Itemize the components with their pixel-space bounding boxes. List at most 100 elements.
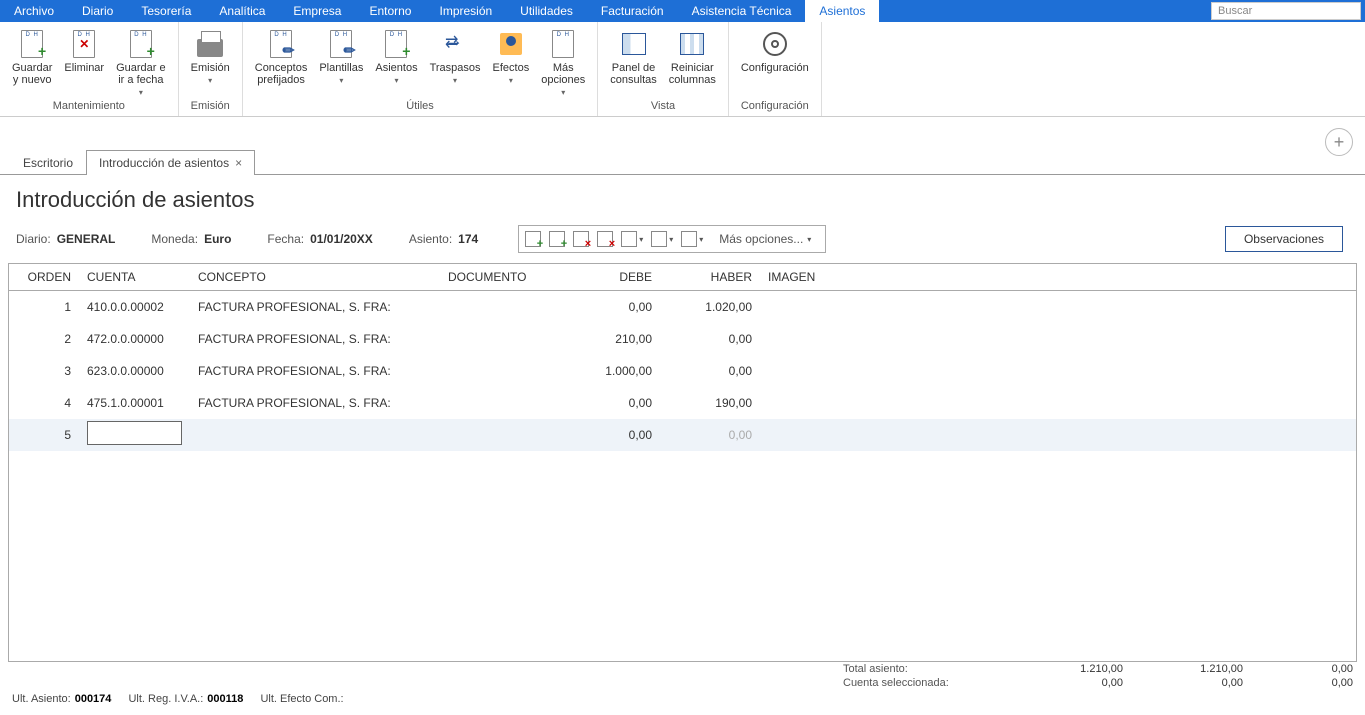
ribbon-label: Más opciones <box>541 62 585 86</box>
doc-dh-icon <box>547 28 579 60</box>
fecha-value: 01/01/20XX <box>310 232 373 246</box>
tab-introducci-n-de-asientos[interactable]: Introducción de asientos× <box>86 150 255 175</box>
ribbon-guardar-ir-fecha[interactable]: +Guardar e ir a fecha▾ <box>110 24 172 98</box>
add-tab-button[interactable]: + <box>1325 128 1353 156</box>
chevron-down-icon: ▾ <box>394 76 398 85</box>
menu-asientos[interactable]: Asientos <box>805 0 879 22</box>
ribbon-guardar-nuevo[interactable]: +Guardar y nuevo <box>6 24 58 98</box>
ribbon-group-label: Útiles <box>249 98 592 116</box>
table-row-editing[interactable]: 50,000,00 <box>9 419 1356 451</box>
col-orden[interactable]: ORDEN <box>9 264 79 291</box>
menu-empresa[interactable]: Empresa <box>279 0 355 22</box>
cuenta-dif: 0,00 <box>1243 677 1353 689</box>
menu-asistenciatcnica[interactable]: Asistencia Técnica <box>678 0 806 22</box>
tool-delete-icon[interactable] <box>573 231 589 247</box>
fecha-label: Fecha: <box>267 232 304 246</box>
menu-archivo[interactable]: Archivo <box>0 0 68 22</box>
diario-value: GENERAL <box>57 232 116 246</box>
menu-analtica[interactable]: Analítica <box>205 0 279 22</box>
ribbon-traspasos[interactable]: Traspasos▾ <box>424 24 487 98</box>
grid-header-row: ORDEN CUENTA CONCEPTO DOCUMENTO DEBE HAB… <box>9 264 1356 291</box>
cuenta-debe: 0,00 <box>1003 677 1123 689</box>
menu-entorno[interactable]: Entorno <box>355 0 425 22</box>
ribbon-configuracion[interactable]: Configuración <box>735 24 815 98</box>
moneda-value: Euro <box>204 232 231 246</box>
ribbon-label: Asientos <box>375 62 417 74</box>
tool-more-options[interactable]: Más opciones...▾ <box>711 232 819 246</box>
search-input[interactable]: Buscar <box>1211 2 1361 20</box>
ribbon-label: Guardar y nuevo <box>12 62 52 86</box>
ribbon-label: Eliminar <box>64 62 104 74</box>
col-documento[interactable]: DOCUMENTO <box>440 264 560 291</box>
tool-clear-icon[interactable] <box>597 231 613 247</box>
ribbon-group-label: Emisión <box>185 98 236 116</box>
ribbon: +Guardar y nuevo✕Eliminar+Guardar e ir a… <box>0 22 1365 117</box>
menu-diario[interactable]: Diario <box>68 0 127 22</box>
ribbon-label: Guardar e ir a fecha <box>116 62 166 86</box>
col-imagen[interactable]: IMAGEN <box>760 264 1356 291</box>
table-row[interactable]: 1410.0.0.00002FACTURA PROFESIONAL, S. FR… <box>9 291 1356 323</box>
printer-icon <box>194 28 226 60</box>
table-row[interactable]: 2472.0.0.00000FACTURA PROFESIONAL, S. FR… <box>9 323 1356 355</box>
menu-bar: ArchivoDiarioTesoreríaAnalíticaEmpresaEn… <box>0 0 1365 22</box>
menu-utilidades[interactable]: Utilidades <box>506 0 587 22</box>
doc-plus-icon: + <box>380 28 412 60</box>
chevron-down-icon: ▾ <box>139 88 143 97</box>
chevron-down-icon: ▾ <box>561 88 565 97</box>
ribbon-group-label: Mantenimiento <box>6 98 172 116</box>
close-icon[interactable]: × <box>235 156 242 170</box>
ribbon-plantillas[interactable]: ✎Plantillas▾ <box>313 24 369 98</box>
menu-impresin[interactable]: Impresión <box>425 0 506 22</box>
chevron-down-icon: ▾ <box>509 76 513 85</box>
observaciones-button[interactable]: Observaciones <box>1225 226 1343 252</box>
ribbon-label: Traspasos <box>430 62 481 74</box>
ribbon-group-label: Vista <box>604 98 722 116</box>
asiento-value: 174 <box>458 232 478 246</box>
tab-escritorio[interactable]: Escritorio <box>10 150 86 175</box>
moneda-label: Moneda: <box>151 232 198 246</box>
cuenta-haber: 0,00 <box>1123 677 1243 689</box>
panel-split-icon <box>618 28 650 60</box>
cuenta-input[interactable] <box>87 421 182 445</box>
ribbon-mas-opciones[interactable]: Más opciones ▾ <box>535 24 591 98</box>
tool-dd2[interactable]: ▾ <box>651 231 673 247</box>
col-haber[interactable]: HABER <box>660 264 760 291</box>
menu-tesorera[interactable]: Tesorería <box>127 0 205 22</box>
col-debe[interactable]: DEBE <box>560 264 660 291</box>
ribbon-emision[interactable]: Emisión▾ <box>185 24 236 98</box>
doc-x-icon: ✕ <box>68 28 100 60</box>
footer: Total asiento: 1.210,00 1.210,00 0,00 Cu… <box>0 657 1365 715</box>
col-concepto[interactable]: CONCEPTO <box>190 264 440 291</box>
col-cuenta[interactable]: CUENTA <box>79 264 190 291</box>
diario-label: Diario: <box>16 232 51 246</box>
ribbon-panel-consultas[interactable]: Panel de consultas <box>604 24 662 98</box>
ribbon-asientos[interactable]: + Asientos ▾ <box>369 24 423 98</box>
ribbon-label: Emisión <box>191 62 230 74</box>
tool-dd3[interactable]: ▾ <box>681 231 703 247</box>
ribbon-efectos[interactable]: Efectos ▾ <box>487 24 536 98</box>
ribbon-label: Panel de consultas <box>610 62 656 86</box>
doc-plus-icon: + <box>16 28 48 60</box>
cuenta-sel-label: Cuenta seleccionada: <box>843 677 1003 689</box>
tool-insert-icon[interactable] <box>549 231 565 247</box>
ribbon-label: Conceptos prefijados <box>255 62 308 86</box>
entries-grid: ORDEN CUENTA CONCEPTO DOCUMENTO DEBE HAB… <box>8 263 1357 662</box>
document-tabs: EscritorioIntroducción de asientos× <box>0 147 1365 175</box>
status-bar: Ult. Asiento:000174 Ult. Reg. I.V.A.:000… <box>12 693 1353 705</box>
info-bar: Diario: GENERAL Moneda: Euro Fecha: 01/0… <box>0 221 1365 263</box>
swap-icon <box>439 28 471 60</box>
tool-new-icon[interactable] <box>525 231 541 247</box>
tool-dd1[interactable]: ▾ <box>621 231 643 247</box>
ribbon-reiniciar-columnas[interactable]: Reiniciar columnas <box>663 24 722 98</box>
ribbon-label: Reiniciar columnas <box>669 62 716 86</box>
table-row[interactable]: 4475.1.0.00001FACTURA PROFESIONAL, S. FR… <box>9 387 1356 419</box>
ribbon-eliminar[interactable]: ✕ Eliminar <box>58 24 110 98</box>
page-title: Introducción de asientos <box>0 175 1365 221</box>
panel-cols-icon <box>676 28 708 60</box>
ribbon-conceptos-prefijados[interactable]: ✎Conceptos prefijados <box>249 24 314 98</box>
doc-pen-icon: ✎ <box>325 28 357 60</box>
menu-facturacin[interactable]: Facturación <box>587 0 678 22</box>
asiento-label: Asiento: <box>409 232 452 246</box>
ribbon-label: Efectos <box>493 62 530 74</box>
table-row[interactable]: 3623.0.0.00000FACTURA PROFESIONAL, S. FR… <box>9 355 1356 387</box>
